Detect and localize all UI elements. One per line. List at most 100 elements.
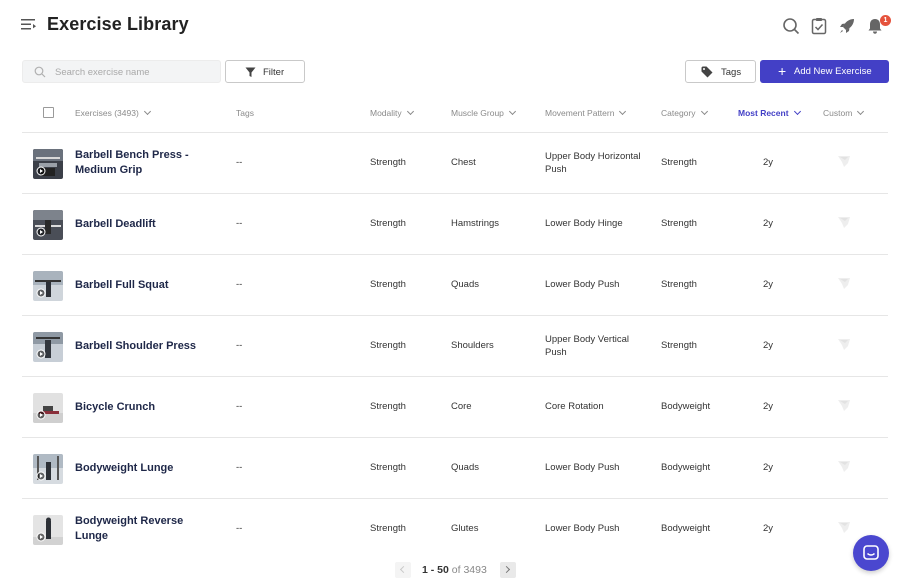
column-header-movement-pattern[interactable]: Movement Pattern xyxy=(545,107,627,118)
modality-cell: Strength xyxy=(370,218,406,229)
category-cell: Bodyweight xyxy=(661,462,711,473)
exercise-thumbnail xyxy=(33,332,63,362)
column-label: Modality xyxy=(370,108,402,118)
add-new-exercise-label: Add New Exercise xyxy=(794,66,872,77)
exercise-name[interactable]: Bodyweight Reverse Lunge xyxy=(75,514,215,544)
plus-icon: + xyxy=(778,63,787,79)
column-header-tags: Tags xyxy=(236,108,254,118)
modality-cell: Strength xyxy=(370,523,406,534)
tags-cell: -- xyxy=(236,523,243,534)
feather-icon xyxy=(838,461,850,472)
feather-icon xyxy=(838,522,850,533)
column-header-most-recent[interactable]: Most Recent xyxy=(738,107,801,118)
tags-button[interactable]: Tags xyxy=(685,60,756,83)
notification-badge: 1 xyxy=(880,15,891,26)
exercise-thumbnail xyxy=(33,210,63,240)
feather-icon xyxy=(838,217,850,228)
tags-cell: -- xyxy=(236,279,243,290)
most-recent-cell: 2y xyxy=(763,340,774,351)
chevron-right-icon xyxy=(502,565,511,574)
search-icon[interactable] xyxy=(782,17,800,35)
exercise-thumbnail xyxy=(33,515,63,545)
app-header: Exercise Library 1 xyxy=(0,0,900,52)
filter-button[interactable]: Filter xyxy=(225,60,305,83)
exercise-thumbnail xyxy=(33,149,63,179)
search-box xyxy=(22,60,221,83)
tags-cell: -- xyxy=(236,340,243,351)
tags-cell: -- xyxy=(236,462,243,473)
search-icon xyxy=(34,66,46,78)
most-recent-cell: 2y xyxy=(763,462,774,473)
chevron-down-icon xyxy=(700,107,708,116)
table-row[interactable]: Bodyweight Lunge -- Strength Quads Lower… xyxy=(22,438,888,499)
pagination-range: 1 - 50 xyxy=(422,564,449,576)
feather-icon xyxy=(838,156,850,167)
chevron-down-icon xyxy=(406,107,414,116)
most-recent-cell: 2y xyxy=(763,401,774,412)
rocket-icon[interactable] xyxy=(838,17,856,35)
chat-launcher-button[interactable] xyxy=(853,535,889,571)
exercise-name[interactable]: Barbell Full Squat xyxy=(75,278,215,293)
column-label: Most Recent xyxy=(738,108,789,118)
chevron-left-icon xyxy=(399,565,408,574)
column-label: Tags xyxy=(236,108,254,118)
chevron-down-icon xyxy=(793,107,801,116)
most-recent-cell: 2y xyxy=(763,157,774,168)
menu-collapse-icon[interactable] xyxy=(21,18,37,32)
column-header-modality[interactable]: Modality xyxy=(370,107,414,118)
feather-icon xyxy=(838,400,850,411)
muscle-group-cell: Core xyxy=(451,401,472,412)
column-label: Muscle Group xyxy=(451,108,504,118)
exercise-thumbnail xyxy=(33,271,63,301)
category-cell: Strength xyxy=(661,157,697,168)
chevron-down-icon xyxy=(619,107,627,116)
exercise-name[interactable]: Barbell Shoulder Press xyxy=(75,339,215,354)
column-header-muscle-group[interactable]: Muscle Group xyxy=(451,107,516,118)
exercise-name[interactable]: Barbell Deadlift xyxy=(75,217,215,232)
category-cell: Bodyweight xyxy=(661,523,711,534)
muscle-group-cell: Glutes xyxy=(451,523,479,534)
exercise-name[interactable]: Bodyweight Lunge xyxy=(75,461,215,476)
tag-icon xyxy=(701,66,713,78)
exercise-name[interactable]: Barbell Bench Press - Medium Grip xyxy=(75,148,215,178)
muscle-group-cell: Hamstrings xyxy=(451,218,500,229)
pagination-status: 1 - 50 of 3493 xyxy=(422,564,487,576)
exercise-thumbnail xyxy=(33,454,63,484)
muscle-group-cell: Chest xyxy=(451,157,476,168)
filter-label: Filter xyxy=(263,67,285,78)
table-row[interactable]: Barbell Deadlift -- Strength Hamstrings … xyxy=(22,194,888,255)
table-row[interactable]: Bodyweight Reverse Lunge -- Strength Glu… xyxy=(22,499,888,560)
chevron-down-icon xyxy=(857,107,865,116)
add-new-exercise-button[interactable]: + Add New Exercise xyxy=(760,60,889,83)
next-page-button[interactable] xyxy=(500,562,516,578)
modality-cell: Strength xyxy=(370,279,406,290)
page-title: Exercise Library xyxy=(47,14,189,34)
table-row[interactable]: Bicycle Crunch -- Strength Core Core Rot… xyxy=(22,377,888,438)
table-row[interactable]: Barbell Full Squat -- Strength Quads Low… xyxy=(22,255,888,316)
table-row[interactable]: Barbell Shoulder Press -- Strength Shoul… xyxy=(22,316,888,377)
movement-pattern-cell: Lower Body Push xyxy=(545,279,620,290)
category-cell: Strength xyxy=(661,279,697,290)
modality-cell: Strength xyxy=(370,401,406,412)
modality-cell: Strength xyxy=(370,462,406,473)
most-recent-cell: 2y xyxy=(763,523,774,534)
exercise-name[interactable]: Bicycle Crunch xyxy=(75,400,215,415)
clipboard-check-icon[interactable] xyxy=(810,17,828,35)
column-label: Custom xyxy=(823,108,853,118)
column-header-custom[interactable]: Custom xyxy=(823,107,865,118)
tags-cell: -- xyxy=(236,218,243,229)
previous-page-button[interactable] xyxy=(395,562,411,578)
movement-pattern-cell: Lower Body Push xyxy=(545,523,620,534)
muscle-group-cell: Quads xyxy=(451,462,479,473)
column-header-exercises[interactable]: Exercises (3493) xyxy=(75,107,151,118)
chevron-down-icon xyxy=(143,107,151,116)
exercise-thumbnail xyxy=(33,393,63,423)
modality-cell: Strength xyxy=(370,157,406,168)
select-all-checkbox[interactable] xyxy=(43,107,54,118)
column-header-category[interactable]: Category xyxy=(661,107,708,118)
movement-pattern-cell: Upper Body Vertical Push xyxy=(545,334,629,358)
column-label: Category xyxy=(661,108,696,118)
search-input[interactable] xyxy=(55,64,215,80)
tags-cell: -- xyxy=(236,401,243,412)
table-row[interactable]: Barbell Bench Press - Medium Grip -- Str… xyxy=(22,133,888,194)
